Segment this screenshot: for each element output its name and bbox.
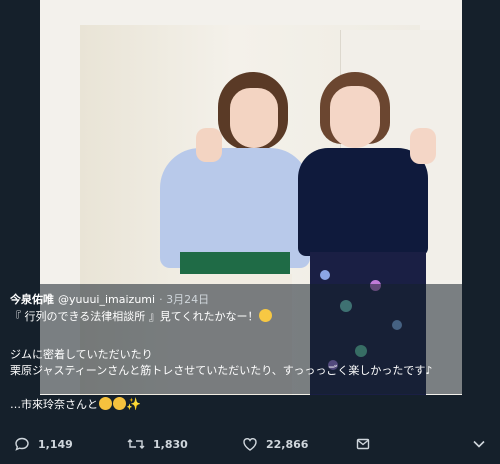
share-icon xyxy=(356,438,370,450)
tweet-text: ジムに密着していただいたり xyxy=(10,348,153,361)
author-handle[interactable]: @yuuui_imaizumi xyxy=(58,293,155,306)
tweet-text-line-2: ジムに密着していただいたり xyxy=(10,346,153,362)
heart-icon xyxy=(243,438,257,451)
photo-person-left-belt xyxy=(180,252,290,274)
photo-person-left-hand xyxy=(196,128,222,162)
photo-person-right-hand xyxy=(410,128,436,164)
reply-button[interactable]: 1,149 xyxy=(14,430,73,458)
share-button[interactable] xyxy=(355,430,379,458)
tweet-date[interactable]: · 3月24日 xyxy=(159,293,209,306)
tweet-text-line-3: 栗原ジャスティーンさんと筋トレさせていただいたり、すっっっごく楽しかったです♪ xyxy=(10,362,432,378)
photo-skirt-pattern xyxy=(320,270,330,280)
tweet-text: …市來玲奈さんと xyxy=(10,398,98,411)
more-options-button[interactable] xyxy=(472,430,494,458)
tweet-text: 『 行列のできる法律相談所 』見てくれたかなー！ xyxy=(10,310,259,323)
retweet-count: 1,830 xyxy=(153,437,188,451)
photo-person-left-face xyxy=(230,88,278,148)
crying-face-emoji-icon xyxy=(113,397,126,410)
tweet-action-bar: 1,149 1,830 22,866 xyxy=(0,430,500,458)
photo-person-right-face xyxy=(330,86,380,148)
photo-person-left-blouse xyxy=(160,148,310,268)
tweet-text: 栗原ジャスティーンさんと筋トレさせていただいたり、すっっっごく楽しかったです♪ xyxy=(10,364,433,377)
reply-count: 1,149 xyxy=(38,437,73,451)
chevron-down-icon xyxy=(473,440,485,448)
reply-icon xyxy=(15,437,29,451)
sparkles-emoji-icon: ✨ xyxy=(126,397,141,411)
retweet-icon xyxy=(127,439,145,449)
like-count: 22,866 xyxy=(266,437,309,451)
tweet-photo[interactable] xyxy=(40,0,462,395)
tweet-text-line-4: …市來玲奈さんと ✨ xyxy=(10,396,141,412)
author-name[interactable]: 今泉佑唯 xyxy=(10,293,54,306)
photo-person-right-top xyxy=(298,148,428,256)
retweet-button[interactable]: 1,830 xyxy=(127,430,188,458)
crying-face-emoji-icon xyxy=(99,397,112,410)
tweet-author-line: 今泉佑唯 @yuuui_imaizumi · 3月24日 xyxy=(10,291,209,307)
like-button[interactable]: 22,866 xyxy=(242,430,308,458)
tweet-text-line-1: 『 行列のできる法律相談所 』見てくれたかなー！ xyxy=(10,308,273,324)
blushing-face-emoji-icon xyxy=(259,309,273,322)
